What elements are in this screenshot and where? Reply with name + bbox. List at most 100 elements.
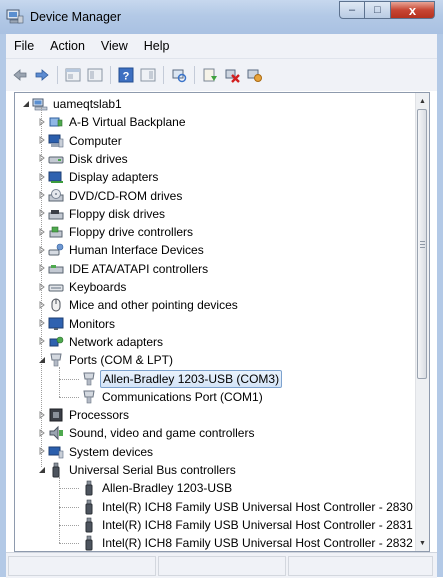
expanded-arrow-icon[interactable] [37,355,46,364]
vertical-scrollbar[interactable]: ▲ ▼ [415,93,429,551]
collapsed-arrow-icon[interactable] [37,154,46,163]
usb-icon [81,517,97,533]
enable-device-icon[interactable] [246,67,262,83]
update-driver-icon[interactable] [202,67,218,83]
tree-category-row[interactable]: Network adapters [15,333,415,351]
tree-node-label: Disk drives [69,151,128,166]
usb-icon [81,499,97,515]
root-computer-icon [32,96,48,112]
collapsed-arrow-icon[interactable] [37,209,46,218]
properties-icon[interactable] [65,67,81,83]
minimize-button[interactable]: – [339,1,365,19]
tree-root[interactable]: uameqtslab1 [15,95,415,113]
collapsed-arrow-icon[interactable] [37,264,46,273]
tree-category-row[interactable]: A-B Virtual Backplane [15,113,415,131]
tree-connector [59,378,79,380]
action-pane-icon[interactable] [140,67,156,83]
processor-icon [48,407,64,423]
tree-category-row[interactable]: Display adapters [15,168,415,186]
collapsed-arrow-icon[interactable] [37,191,46,200]
tree-category-row[interactable]: Processors [15,406,415,424]
tree-category-row[interactable]: DVD/CD-ROM drives [15,187,415,205]
toolbar: ? [6,58,437,91]
tree-node-label: Keyboards [69,280,127,294]
tree-node-label: Intel(R) ICH8 Family USB Universal Host … [102,536,413,551]
help-icon[interactable]: ? [118,67,134,83]
back-icon[interactable] [12,67,28,83]
tree-node-label: Mice and other pointing devices [69,298,238,313]
tree-category-row[interactable]: IDE ATA/ATAPI controllers [15,260,415,278]
tree-category-row[interactable]: Universal Serial Bus controllers [15,461,415,479]
collapsed-arrow-icon[interactable] [37,117,46,126]
collapsed-arrow-icon[interactable] [37,447,46,456]
menu-view[interactable]: View [93,39,136,53]
collapsed-arrow-icon[interactable] [37,282,46,291]
scroll-up-icon[interactable]: ▲ [416,93,429,109]
tree-category-row[interactable]: Sound, video and game controllers [15,424,415,442]
scroll-down-icon[interactable]: ▼ [416,535,429,551]
title-bar[interactable]: Device Manager – □ x [0,0,443,34]
device-tree[interactable]: uameqtslab1 A-B Virtual Backplane Computer… [14,92,430,552]
tree-connector [59,543,79,545]
collapsed-arrow-icon[interactable] [37,428,46,437]
tree-category-row[interactable]: Human Interface Devices [15,241,415,259]
tree-category-row[interactable]: Ports (COM & LPT) [15,351,415,369]
sound-icon [48,425,64,441]
close-icon: x [408,2,417,18]
backplane-icon [48,114,64,130]
dvd-drive-icon [48,188,64,204]
tree-category-row[interactable]: Floppy disk drives [15,205,415,223]
floppy-icon [48,206,64,222]
show-hide-console-tree-icon[interactable] [87,67,103,83]
scan-hardware-icon[interactable] [171,67,187,83]
uninstall-device-icon[interactable] [224,67,240,83]
window-frame-right [437,34,443,577]
tree-category-row[interactable]: System devices [15,443,415,461]
tree-node-label: Monitors [69,316,116,331]
window-frame-left [0,34,6,577]
display-adapter-icon [48,169,64,185]
collapsed-arrow-icon[interactable] [37,245,46,254]
tree-node-label: Computer [69,133,122,148]
toolbar-separator [57,66,58,84]
tree-category-row[interactable]: Keyboards [15,278,415,296]
tree-connector [59,524,79,526]
collapsed-arrow-icon[interactable] [37,227,46,236]
tree-node-label: Processors [69,408,130,423]
scroll-thumb[interactable] [417,109,427,379]
menu-file[interactable]: File [6,39,42,53]
tree-node-label: Sound, video and game controllers [69,426,255,441]
menu-action[interactable]: Action [42,39,93,53]
close-button[interactable]: x [391,1,435,19]
menu-help[interactable]: Help [136,39,178,53]
expanded-arrow-icon[interactable] [37,465,46,474]
collapsed-arrow-icon[interactable] [37,337,46,346]
svg-text:?: ? [123,71,130,83]
tree-connector [59,506,79,508]
device-manager-icon [6,9,24,24]
collapsed-arrow-icon[interactable] [37,136,46,145]
ide-controller-icon [48,261,64,277]
expanded-arrow-icon[interactable] [21,99,30,108]
tree-node-label: DVD/CD-ROM drives [69,188,183,203]
maximize-button[interactable]: □ [365,1,391,19]
mouse-icon [48,297,64,313]
tree-category-row[interactable]: Monitors [15,315,415,333]
collapsed-arrow-icon[interactable] [37,300,46,309]
floppy-controller-icon [48,224,64,240]
collapsed-arrow-icon[interactable] [37,410,46,419]
status-bar [6,552,437,578]
tree-category-row[interactable]: Mice and other pointing devices [15,296,415,314]
tree-category-row[interactable]: Computer [15,132,415,150]
hid-icon [48,242,64,258]
minimize-icon: – [348,4,356,16]
device-manager-window: Device Manager – □ x File Action View He… [0,0,443,578]
tree-node-label: IDE ATA/ATAPI controllers [69,261,209,276]
tree-category-row[interactable]: Disk drives [15,150,415,168]
forward-icon[interactable] [34,67,50,83]
tree-category-row[interactable]: Floppy drive controllers [15,223,415,241]
collapsed-arrow-icon[interactable] [37,319,46,328]
tree-node-label: Network adapters [69,334,164,349]
collapsed-arrow-icon[interactable] [37,172,46,181]
toolbar-separator [194,66,195,84]
